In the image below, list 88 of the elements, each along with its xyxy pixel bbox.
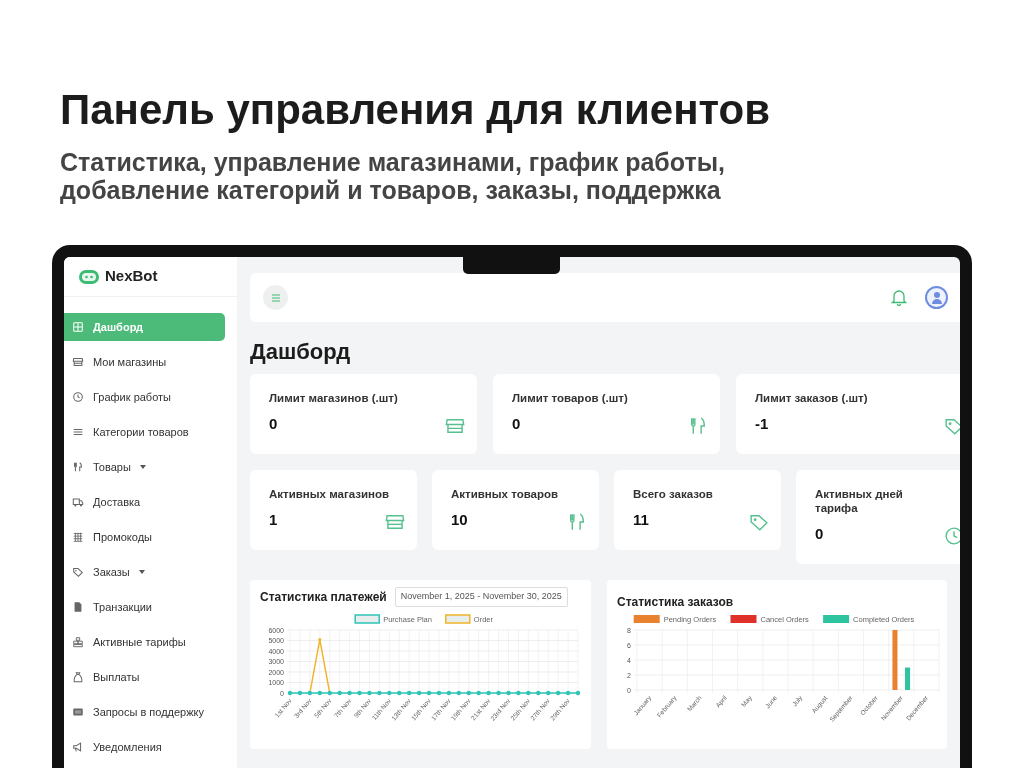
legend-swatch[interactable] [823,615,850,623]
data-point [426,690,432,696]
stat-value: 0 [269,414,278,434]
data-point [406,690,412,696]
data-point [486,690,491,696]
sidebar-item[interactable]: Уведомления [64,733,225,761]
legend-swatch[interactable] [730,615,757,623]
stat-label: Лимит товаров (.шт) [512,391,629,405]
megaphone-icon [72,741,84,753]
user-avatar[interactable] [925,286,948,309]
data-point [387,690,392,696]
sidebar-item[interactable]: Промокоды [64,523,225,551]
data-point [506,690,511,696]
subheadline: Статистика, управление магазинами, график работы, [60,148,725,176]
sidebar-item[interactable]: Транзакции [64,593,225,621]
sidebar-item[interactable]: Активные тарифы [64,628,225,656]
money-bag-icon [72,671,84,683]
history-icon [943,525,960,547]
chart-title: Статистика заказов [617,595,734,609]
document-icon [72,601,84,613]
data-point [565,690,571,696]
data-point [476,690,481,696]
data-point [337,690,342,696]
sidebar-item[interactable]: Мои магазины [64,348,225,376]
data-point [327,690,332,696]
menu-button[interactable] [263,285,288,310]
list-icon [72,426,84,438]
stat-label: Лимит магазинов (.шт) [269,391,399,405]
stat-label: Активных дней тарифа [815,487,904,515]
sidebar-item[interactable]: Выплаты [64,663,225,691]
brand-name: NexBot [105,266,158,287]
sidebar-item[interactable]: Доставка [64,488,225,516]
date-range-field[interactable]: November 1, 2025 - November 30, 2025 [394,587,568,607]
stat-label: Лимит заказов (.шт) [755,391,869,405]
stat-value: 0 [512,414,521,434]
sidebar-item[interactable]: Заказы [64,558,225,586]
data-point [318,637,322,641]
data-point [555,690,561,696]
stat-value: 10 [451,510,468,530]
data-point [436,690,442,696]
chart-title: Статистика платежей [260,589,387,606]
data-point [496,690,501,696]
stat-label: Всего заказов [633,487,714,501]
data-point [446,690,452,696]
subheadline: добавление категорий и товаров, заказы, поддержка [60,176,721,204]
sidebar-item[interactable]: Запросы в поддержку [64,698,225,726]
data-point [456,690,462,696]
sidebar-item[interactable]: График работы [64,383,225,411]
utensils-icon [72,461,84,473]
stat-label: Активных товаров [451,487,560,501]
headline: Панель управления для клиентов [60,86,772,134]
data-point [416,690,422,696]
data-point [466,690,471,696]
stat-value: 11 [633,510,649,530]
legend-swatch[interactable] [445,614,471,624]
robot-logo-icon [78,268,100,285]
data-point [546,690,551,696]
store-icon [72,356,84,368]
data-point [377,690,382,696]
clock-icon [72,391,84,403]
truck-icon [72,496,84,508]
data-point [367,690,372,696]
data-point [526,690,531,696]
tag-icon [72,566,84,578]
stat-value: -1 [755,414,769,434]
data-point [357,690,362,696]
data-point [307,690,313,696]
grid-icon [72,321,84,333]
data-point [536,690,541,696]
stat-value: 0 [815,524,824,544]
sidebar-item[interactable]: Товары [64,453,225,481]
menu-icon [270,293,281,302]
stat-label: Активных магазинов [269,487,391,501]
data-point [397,690,402,696]
monitor-icon [72,706,84,718]
stat-value: 1 [269,510,278,530]
data-point [516,690,521,696]
data-point [287,690,293,696]
legend-swatch[interactable] [633,615,660,623]
data-point [297,690,303,696]
page-title: Дашборд [250,338,352,366]
legend-swatch[interactable] [354,614,380,624]
sidebar-item[interactable]: Категории товаров [64,418,225,446]
bell-icon[interactable] [891,289,907,306]
data-point [347,690,352,696]
grid-icon [72,531,84,543]
data-point [317,690,322,696]
data-point [575,690,581,696]
